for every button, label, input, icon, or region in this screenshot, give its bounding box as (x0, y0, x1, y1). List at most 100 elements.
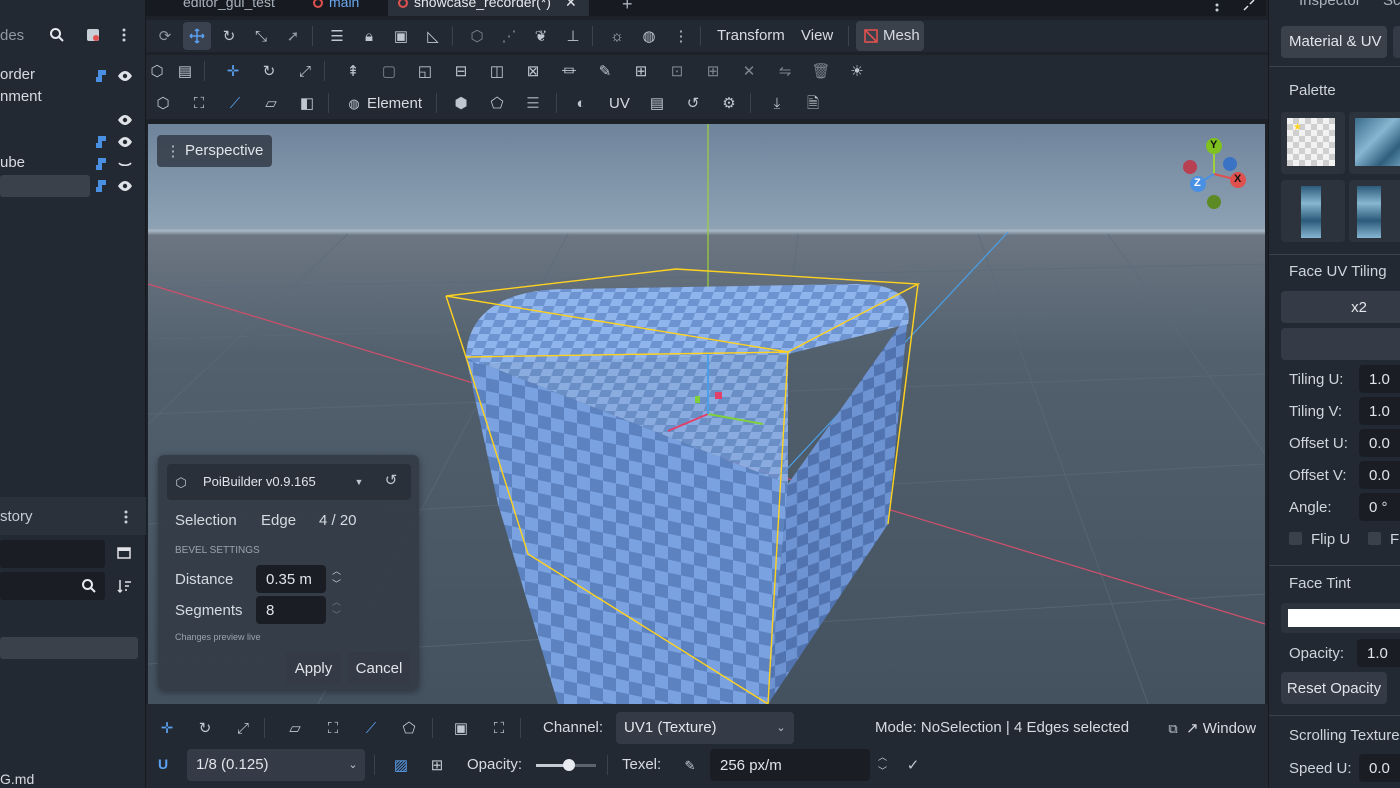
tab-scene[interactable]: Sc (1383, 0, 1400, 9)
palette-swatch-ice-2[interactable] (1349, 180, 1400, 242)
offset-u-input[interactable]: 0.0 (1359, 429, 1400, 457)
flip-v-checkbox[interactable] (1368, 532, 1381, 545)
script-icon[interactable] (90, 65, 112, 87)
knife-icon[interactable]: ✎ (594, 60, 616, 82)
tiling-u-input[interactable]: 1.0 (1359, 365, 1400, 393)
merge-icon[interactable]: ⊠ (522, 60, 544, 82)
delete-icon[interactable]: 🗑︎ (810, 60, 832, 82)
leaf-icon[interactable]: ❦ (530, 25, 552, 47)
file-item[interactable]: G.md (0, 771, 34, 787)
x2-button[interactable]: x2 (1281, 291, 1400, 323)
bridge-icon[interactable]: ⏛ (558, 60, 580, 82)
check-icon[interactable]: ✓ (902, 754, 924, 776)
search-icon[interactable] (78, 575, 100, 597)
sun-icon[interactable]: ☼ (606, 25, 628, 47)
tab-main[interactable]: main (313, 0, 359, 16)
tab-editor-gui-test[interactable]: editor_gui_test (183, 0, 275, 16)
face-mode-icon[interactable]: ▱ (260, 92, 282, 114)
subdivide-icon[interactable]: ⊞ (630, 60, 652, 82)
more-icon[interactable] (115, 506, 137, 528)
distance-stepper[interactable]: ︿ ﹀ (332, 565, 341, 591)
tree-item-selected[interactable] (0, 175, 90, 197)
lock-icon[interactable]: 🔒︎ (358, 25, 380, 47)
script-icon[interactable] (90, 175, 112, 197)
window-icon[interactable] (113, 542, 135, 564)
texel-input[interactable]: 256 px/m (710, 749, 870, 781)
sort-icon[interactable] (113, 575, 135, 597)
history-item-selected[interactable] (0, 637, 138, 659)
light-icon[interactable]: ☀ (846, 60, 868, 82)
edge-mode-icon[interactable]: ⟋ (224, 92, 246, 114)
visibility-eye-icon[interactable] (114, 65, 136, 87)
uv-button[interactable]: UV (609, 95, 630, 112)
cube-icon[interactable]: ⬡ (466, 25, 488, 47)
extrude-icon[interactable]: ⇞ (342, 60, 364, 82)
opacity-slider-knob[interactable] (563, 759, 575, 771)
segments-input[interactable]: 8 (256, 596, 326, 624)
cancel-button[interactable]: Cancel (348, 652, 410, 684)
layers-icon[interactable]: ▤ (174, 60, 196, 82)
palette-swatch-water[interactable] (1349, 112, 1400, 174)
palette-swatch-ice[interactable] (1281, 180, 1345, 242)
window-button[interactable]: ↗ Window (1186, 719, 1256, 737)
tiling-button-2[interactable] (1281, 328, 1400, 360)
move-icon[interactable]: ✛ (222, 60, 244, 82)
tree-item-environment[interactable]: nment (0, 88, 42, 105)
tab-inspector[interactable]: Inspector (1299, 0, 1361, 9)
more-icon[interactable] (113, 24, 135, 46)
image-icon[interactable]: ▨ (390, 754, 412, 776)
add-tab-button[interactable]: + (622, 0, 633, 16)
file-icon[interactable]: 🗎︎ (802, 92, 824, 114)
flip-u-checkbox[interactable] (1289, 532, 1302, 545)
loop-cut-icon[interactable]: ⊟ (450, 60, 472, 82)
search-icon[interactable] (46, 24, 68, 46)
tab-showcase-recorder[interactable]: showcase_recorder(*) ✕ (388, 0, 589, 16)
group-icon[interactable]: ▣ (390, 25, 412, 47)
script-icon[interactable] (90, 131, 112, 153)
view-menu[interactable]: View (801, 27, 833, 44)
tree-item-cube[interactable]: ube (0, 154, 25, 171)
close-icon[interactable]: ✕ (565, 0, 577, 10)
distraction-free-icon[interactable] (1238, 0, 1260, 16)
visibility-eye-icon[interactable] (114, 109, 136, 131)
object-mode-icon[interactable]: ⬡ (152, 92, 174, 114)
reset-opacity-button[interactable]: Reset Opacity (1281, 672, 1387, 704)
face-mode-icon[interactable]: ▱ (284, 717, 306, 739)
transform-menu[interactable]: Transform (717, 27, 785, 44)
scale-icon[interactable]: ⤢ (232, 717, 254, 739)
tree-item-recorder[interactable]: order (0, 66, 35, 83)
vertex-mode-icon[interactable]: ⛶ (322, 717, 344, 739)
cubes-icon[interactable]: ⬢ (450, 92, 472, 114)
tint-color-picker[interactable] (1281, 603, 1400, 633)
cube-icon[interactable]: ⬡ (146, 60, 168, 82)
next-tab-button[interactable] (1393, 26, 1400, 58)
texel-stepper[interactable]: ︿ ﹀ (878, 750, 887, 778)
visibility-eye-icon[interactable] (114, 175, 136, 197)
move-icon[interactable] (186, 25, 208, 47)
offset-v-input[interactable]: 0.0 (1359, 461, 1400, 489)
segments-stepper[interactable]: ︿ ﹀ (332, 596, 341, 622)
palette-swatch-transparent[interactable]: ★ (1281, 112, 1345, 174)
fill-icon[interactable]: ⊡ (666, 60, 688, 82)
document-icon[interactable]: ▤ (646, 92, 668, 114)
reset-icon[interactable]: ↺ (682, 92, 704, 114)
inset-icon[interactable]: ▢ (378, 60, 400, 82)
apply-button[interactable]: Apply (286, 652, 341, 684)
rotate-icon[interactable]: ↻ (258, 60, 280, 82)
tiling-v-input[interactable]: 1.0 (1359, 397, 1400, 425)
globe-icon[interactable]: ◍ (638, 25, 660, 47)
pencil-icon[interactable]: ✎ (679, 754, 701, 776)
dropdown-arrow-icon[interactable]: ▼ (348, 471, 370, 493)
reset-icon[interactable]: ↺ (380, 469, 402, 491)
history-filter-input[interactable] (0, 540, 105, 568)
rotate-icon[interactable]: ↻ (218, 25, 240, 47)
pentagon-icon[interactable]: ⬠ (486, 92, 508, 114)
frame-icon[interactable]: ⛶ (488, 717, 510, 739)
visibility-eye-icon[interactable] (114, 131, 136, 153)
sliders-icon[interactable]: ☰ (522, 92, 544, 114)
grid-icon[interactable]: ⊞ (426, 754, 448, 776)
ruler-icon[interactable]: ◺ (422, 25, 444, 47)
select-mode-icon[interactable]: ⟳ (154, 25, 176, 47)
material-mode-icon[interactable]: ◧ (296, 92, 318, 114)
more-icon[interactable] (1206, 0, 1228, 16)
